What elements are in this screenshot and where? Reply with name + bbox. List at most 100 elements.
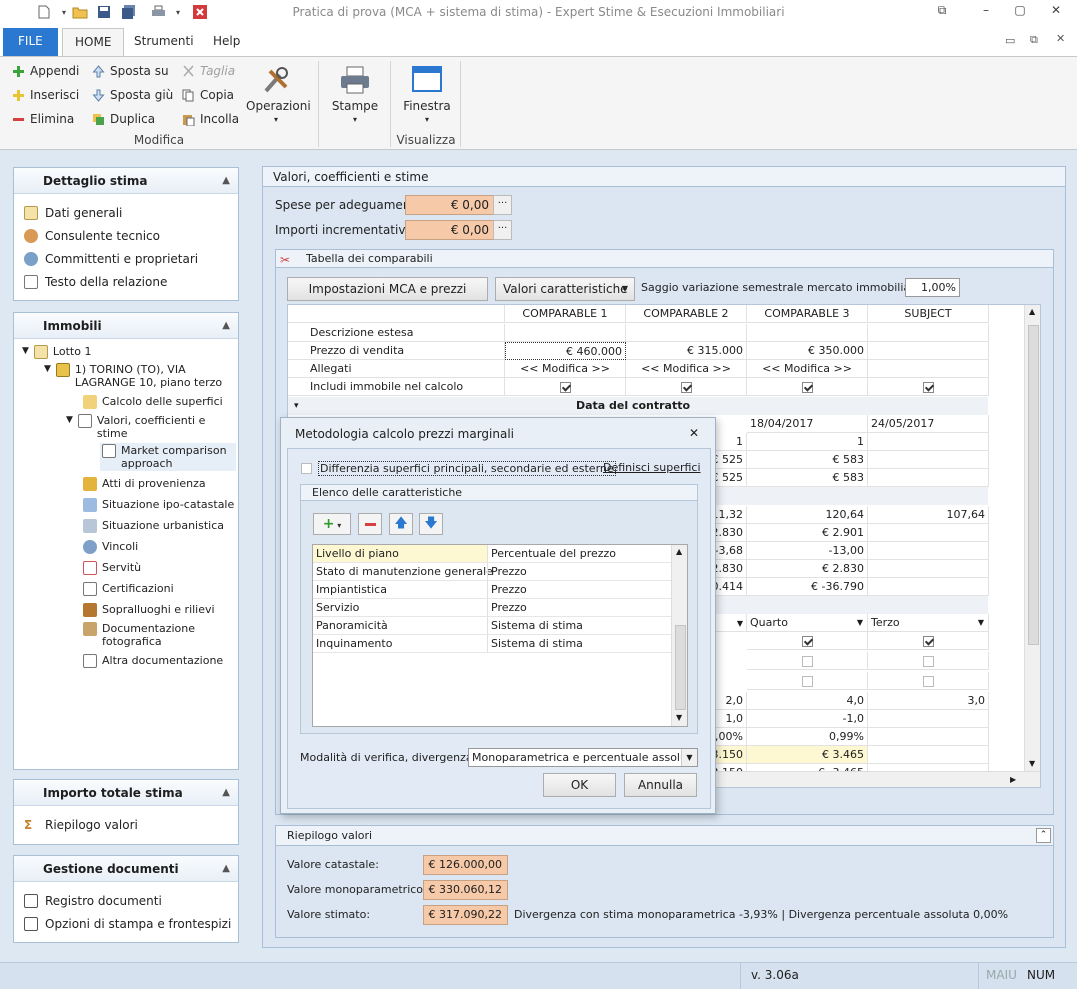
- checkbox[interactable]: [801, 635, 813, 647]
- impostazioni-mca-button[interactable]: Impostazioni MCA e prezzi marginali: [287, 277, 488, 318]
- list-row[interactable]: Livello di piano Percentuale del prezzo: [313, 545, 671, 563]
- monoparametrico-value[interactable]: € 330.060,12: [423, 880, 508, 900]
- grid-group-data-contratto[interactable]: ▾ Data del contratto: [288, 397, 988, 415]
- modalita-select[interactable]: Monoparametrica e percentuale assoluta ▼: [468, 748, 698, 767]
- tree-node-lotto[interactable]: ▼ Lotto 1: [22, 345, 91, 359]
- collapse-icon[interactable]: ▲: [222, 856, 230, 882]
- scroll-up-icon[interactable]: ▲: [1029, 307, 1035, 316]
- list-row[interactable]: Impiantistica Prezzo: [313, 581, 671, 599]
- checkbox[interactable]: [801, 675, 813, 687]
- cell[interactable]: 0,99%: [747, 728, 868, 746]
- checkbox[interactable]: [922, 635, 934, 647]
- sidebar-item-consulente[interactable]: Consulente tecnico: [24, 229, 160, 243]
- cell[interactable]: [868, 469, 989, 487]
- sidebar-item-testo[interactable]: Testo della relazione: [24, 275, 167, 289]
- incolla-button[interactable]: Incolla: [182, 112, 239, 126]
- catastale-value[interactable]: € 126.000,00: [423, 855, 508, 875]
- panel-header[interactable]: Dettaglio stima ▲: [14, 168, 238, 194]
- taglia-button[interactable]: Taglia: [182, 64, 235, 78]
- scroll-thumb[interactable]: [675, 625, 686, 710]
- finestra-button[interactable]: Finestra ▾: [400, 65, 454, 124]
- cell[interactable]: [868, 728, 989, 746]
- includi-checkbox-subject[interactable]: [922, 381, 934, 393]
- cell[interactable]: € 583: [747, 469, 868, 487]
- sposta-giu-button[interactable]: Sposta giù: [92, 88, 173, 102]
- tab-strumenti[interactable]: Strumenti: [122, 28, 206, 56]
- cell[interactable]: € 2.830: [747, 560, 868, 578]
- duplica-button[interactable]: Duplica: [92, 112, 155, 126]
- scroll-right-icon[interactable]: ▶: [1010, 775, 1016, 784]
- panel-header[interactable]: Importo totale stima ▲: [14, 780, 238, 806]
- expand-icon[interactable]: ▼: [22, 345, 29, 358]
- collapse-icon[interactable]: ▲: [222, 313, 230, 339]
- list-row[interactable]: Stato di manutenzione generale Prezzo: [313, 563, 671, 581]
- cell-prezzo-c2[interactable]: € 315.000: [626, 342, 747, 360]
- list-row[interactable]: Servizio Prezzo: [313, 599, 671, 617]
- mdi-restore-icon[interactable]: ⧉: [1030, 33, 1038, 47]
- list-row[interactable]: Inquinamento Sistema di stima: [313, 635, 671, 653]
- cell[interactable]: [747, 324, 868, 342]
- stimato-value[interactable]: € 317.090,22: [423, 905, 508, 925]
- tree-item-calcolo-superfici[interactable]: Calcolo delle superfici: [83, 395, 223, 409]
- sidebar-item-committenti[interactable]: Committenti e proprietari: [24, 252, 198, 266]
- collapse-icon[interactable]: ⌃: [1036, 828, 1051, 843]
- scroll-down-icon[interactable]: ▼: [1029, 759, 1035, 768]
- saggio-input[interactable]: 1,00%: [905, 278, 960, 297]
- list-scrollbar[interactable]: ▲ ▼: [671, 545, 687, 726]
- checkbox[interactable]: [801, 655, 813, 667]
- minimize-icon[interactable]: –: [975, 3, 997, 21]
- differenzia-checkbox[interactable]: [301, 463, 312, 474]
- vertical-scrollbar[interactable]: ▲ ▼: [1024, 305, 1040, 771]
- elimina-button[interactable]: Elimina: [12, 112, 74, 126]
- cell[interactable]: 3,0: [868, 692, 989, 710]
- tree-item-valori[interactable]: ▼ Valori, coefficienti e stime: [66, 414, 205, 440]
- spese-ellipsis-button[interactable]: ···: [493, 195, 512, 215]
- cell[interactable]: [868, 542, 989, 560]
- stampe-button[interactable]: Stampe ▾: [328, 65, 382, 124]
- cell[interactable]: -1,0: [747, 710, 868, 728]
- tree-item-vincoli[interactable]: Vincoli: [83, 540, 138, 554]
- sidebar-item-registro[interactable]: Registro documenti: [24, 894, 162, 908]
- importi-input[interactable]: € 0,00: [405, 220, 495, 240]
- scroll-down-icon[interactable]: ▼: [676, 713, 682, 722]
- spese-input[interactable]: € 0,00: [405, 195, 495, 215]
- allegati-modifica-c3[interactable]: << Modifica >>: [747, 360, 868, 378]
- tree-item-urbanistica[interactable]: Situazione urbanistica: [83, 519, 224, 533]
- cell[interactable]: [868, 433, 989, 451]
- definisci-superfici-link[interactable]: Definisci superfici: [603, 461, 701, 474]
- cell[interactable]: [868, 746, 989, 764]
- tree-item-documentazione-fotografica[interactable]: Documentazione fotografica: [83, 622, 195, 648]
- copia-button[interactable]: Copia: [182, 88, 234, 102]
- dialog-close-icon[interactable]: ✕: [689, 426, 699, 440]
- cell[interactable]: [868, 342, 989, 360]
- checkbox[interactable]: [922, 655, 934, 667]
- move-up-button[interactable]: 🡅: [389, 513, 413, 535]
- sidebar-item-dati-generali[interactable]: Dati generali: [24, 206, 122, 220]
- importi-ellipsis-button[interactable]: ···: [493, 220, 512, 240]
- tab-file[interactable]: FILE: [3, 28, 58, 56]
- collapse-icon[interactable]: ▲: [222, 168, 230, 194]
- sidebar-item-opzioni-stampa[interactable]: Opzioni di stampa e frontespizi: [24, 917, 231, 931]
- tree-item-servitu[interactable]: Servitù: [83, 561, 141, 575]
- expand-icon[interactable]: ▼: [44, 363, 51, 376]
- remove-button[interactable]: [358, 513, 382, 535]
- scroll-thumb[interactable]: [1028, 325, 1039, 645]
- differenzia-checkbox-row[interactable]: Differenzia superfici principali, second…: [301, 461, 616, 476]
- cell[interactable]: [868, 578, 989, 596]
- cell[interactable]: [868, 524, 989, 542]
- cell[interactable]: [505, 324, 626, 342]
- ok-button[interactable]: OK: [543, 773, 616, 797]
- move-down-button[interactable]: 🡇: [419, 513, 443, 535]
- cell[interactable]: [868, 451, 989, 469]
- maximize-icon[interactable]: ▢: [1009, 3, 1031, 21]
- cell[interactable]: [868, 710, 989, 728]
- checkbox[interactable]: [922, 675, 934, 687]
- tree-item-sopralluoghi[interactable]: Sopralluoghi e rilievi: [83, 603, 215, 617]
- cell[interactable]: 120,64: [747, 506, 868, 524]
- includi-checkbox-c1[interactable]: [559, 381, 571, 393]
- cell[interactable]: 1: [747, 433, 868, 451]
- cell-date-c3[interactable]: 18/04/2017: [747, 415, 868, 433]
- mdi-close-icon[interactable]: ✕: [1056, 32, 1065, 45]
- tab-home[interactable]: HOME: [62, 28, 125, 56]
- allegati-modifica-c2[interactable]: << Modifica >>: [626, 360, 747, 378]
